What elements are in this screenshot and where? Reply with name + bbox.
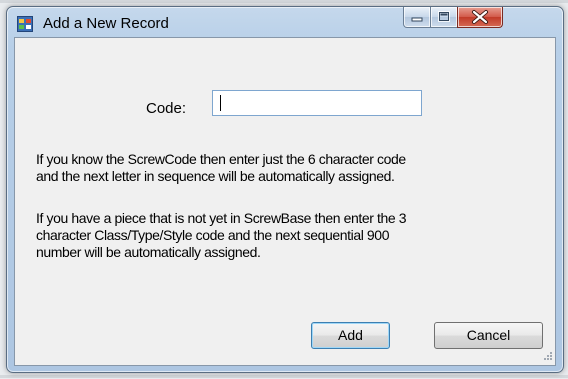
- instruction-line: number will be automatically assigned.: [36, 244, 261, 260]
- resize-grip-icon[interactable]: [541, 351, 553, 363]
- background-stripe: [0, 0, 568, 3]
- close-button[interactable]: [457, 7, 503, 28]
- minimize-icon: [411, 17, 423, 22]
- instructions-screwcode: If you know the ScrewCode then enter jus…: [36, 151, 536, 185]
- minimize-button[interactable]: [403, 7, 431, 28]
- instruction-line: and the next letter in sequence will be …: [36, 168, 395, 184]
- title-bar[interactable]: Add a New Record: [7, 7, 563, 37]
- code-input[interactable]: [212, 90, 422, 116]
- instruction-line: If you have a piece that is not yet in S…: [36, 210, 407, 226]
- close-icon: [472, 10, 488, 24]
- form-icon[interactable]: [17, 16, 33, 32]
- dialog-window: Add a New Record Code: If you know the S: [6, 6, 564, 373]
- maximize-icon: [438, 11, 450, 22]
- window-title: Add a New Record: [43, 15, 169, 32]
- background-stripe: [0, 375, 568, 378]
- cancel-button[interactable]: Cancel: [434, 322, 543, 349]
- add-button[interactable]: Add: [311, 322, 390, 349]
- code-label: Code:: [146, 100, 187, 117]
- dialog-body: Code: If you know the ScrewCode then ent…: [14, 37, 556, 366]
- instruction-line: character Class/Type/Style code and the …: [36, 227, 390, 243]
- instructions-new-piece: If you have a piece that is not yet in S…: [36, 210, 536, 261]
- text-caret: [220, 95, 221, 111]
- maximize-button[interactable]: [430, 7, 458, 28]
- instruction-line: If you know the ScrewCode then enter jus…: [36, 151, 406, 167]
